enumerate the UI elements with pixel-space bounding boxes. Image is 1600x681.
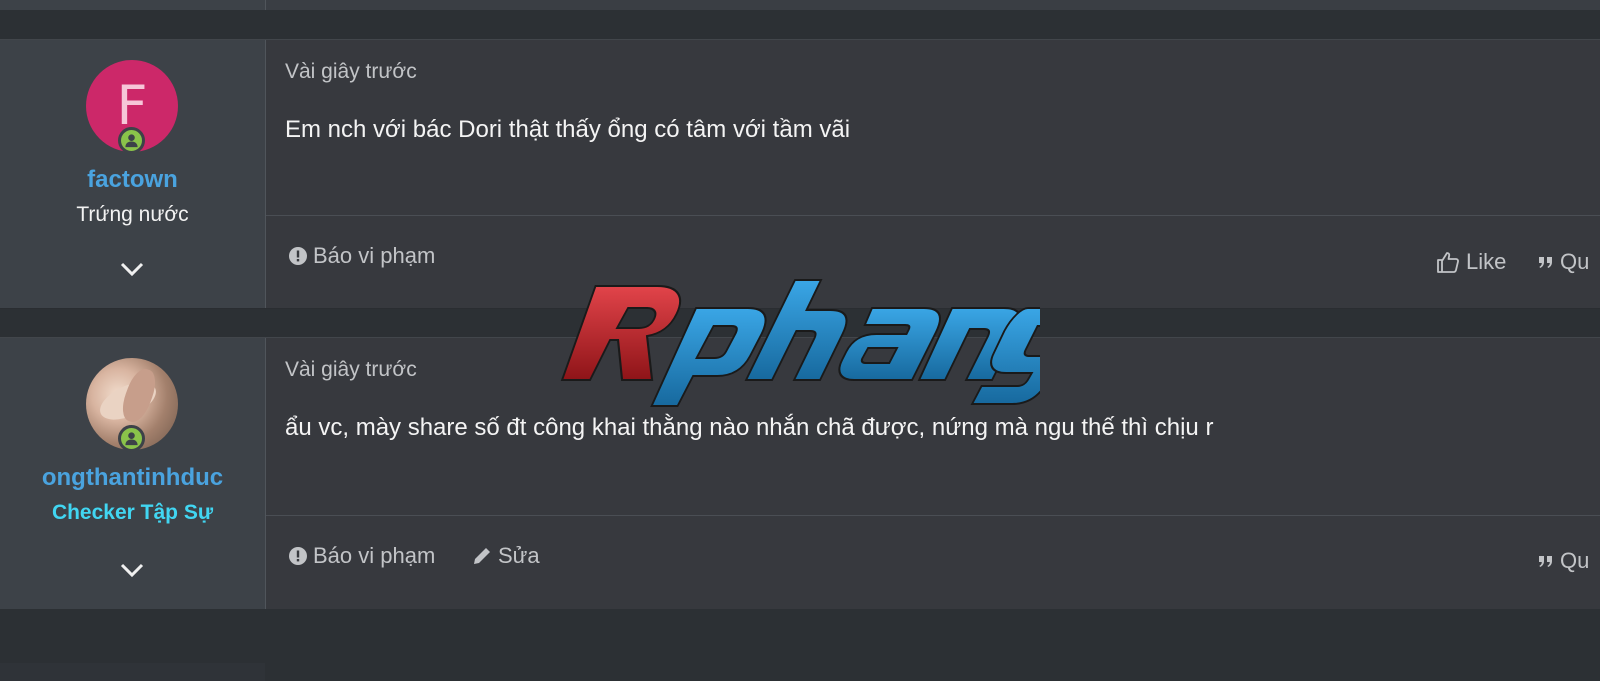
report-label: Báo vi phạm [313,243,436,268]
user-title: Trứng nước [76,203,189,226]
online-status-icon [118,425,145,452]
user-title: Checker Tập Sự [51,501,214,524]
quote-button[interactable]: Qu [1538,548,1589,574]
quote-button[interactable]: Qu [1538,249,1589,275]
user-info-panel: ongthantinhduc Checker Tập Sự [0,338,266,610]
quote-label: Qu [1560,548,1590,573]
exclamation-circle-icon [289,547,307,565]
post-message: ẩu vc, mày share số đt công khai thằng n… [285,414,1214,441]
chevron-down-icon[interactable] [118,561,146,579]
previous-post-edge [0,0,1600,10]
online-status-icon [118,127,145,154]
user-info-panel: F factown Trứng nước [0,40,266,308]
quote-icon [1539,257,1552,268]
username-link[interactable]: factown [0,166,265,194]
quote-label: Qu [1560,249,1590,274]
page-bottom [0,609,1600,681]
thumbs-up-icon [1437,252,1459,273]
report-label: Báo vi phạm [313,543,436,568]
chevron-down-icon[interactable] [118,260,146,278]
post-time[interactable]: Vài giây trước [285,60,417,84]
post: ongthantinhduc Checker Tập Sự Vài giây t… [0,337,1600,611]
edit-label: Sửa [498,543,540,568]
report-button[interactable]: Báo vi phạm [289,543,435,569]
edit-button[interactable]: Sửa [472,543,540,569]
post-actions-bar: Báo vi phạm Like Qu [266,215,1600,308]
post-message: Em nch với bác Dori thật thấy ổng có tâm… [285,116,851,143]
username-link[interactable]: ongthantinhduc [0,464,265,492]
pencil-icon [474,548,490,564]
post: F factown Trứng nước Vài giây trước Em n… [0,39,1600,309]
quote-icon [1539,556,1552,567]
exclamation-circle-icon [289,247,307,265]
like-label: Like [1466,249,1507,274]
post-actions-bar: Báo vi phạm Sửa Qu [266,515,1600,610]
report-button[interactable]: Báo vi phạm [289,243,435,269]
post-time[interactable]: Vài giây trước [285,358,417,382]
like-button[interactable]: Like [1436,249,1506,275]
